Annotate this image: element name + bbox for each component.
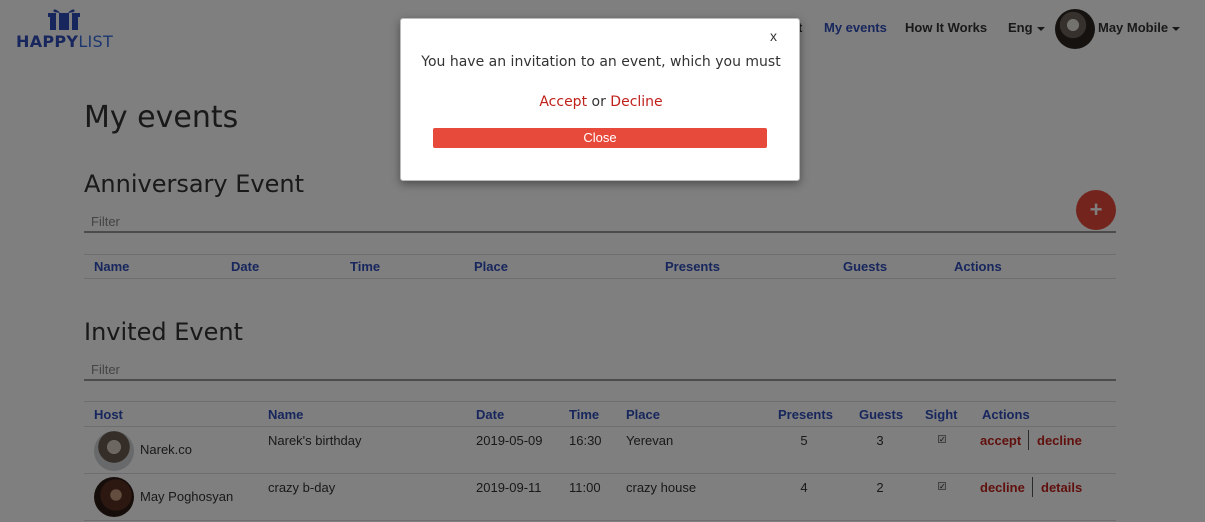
- modal-or-text: or: [591, 94, 606, 110]
- modal-decline-link[interactable]: Decline: [610, 94, 662, 110]
- modal-accept-link[interactable]: Accept: [539, 94, 587, 110]
- invitation-modal: x You have an invitation to an event, wh…: [400, 18, 800, 181]
- modal-close-x-button[interactable]: x: [770, 28, 777, 44]
- modal-choice: Accept or Decline: [421, 94, 781, 110]
- modal-close-button[interactable]: Close: [433, 128, 767, 148]
- modal-message: You have an invitation to an event, whic…: [421, 54, 781, 70]
